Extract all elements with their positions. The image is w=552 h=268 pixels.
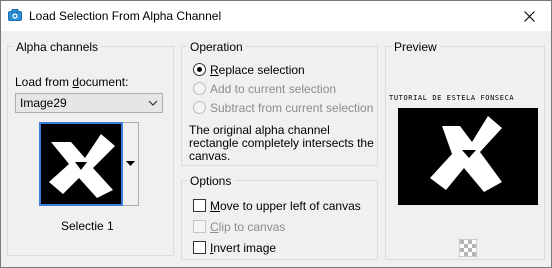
close-button[interactable] (507, 1, 551, 31)
window-title: Load Selection From Alpha Channel (29, 9, 222, 23)
camera-icon (8, 9, 22, 21)
operation-message-line-1: The original alpha channel (189, 123, 330, 137)
close-icon (523, 10, 535, 22)
channel-name: Selectie 1 (61, 219, 114, 233)
subtract-selection-radio[interactable] (193, 101, 206, 114)
chevron-down-icon (148, 100, 158, 106)
options-label: Options (187, 174, 235, 188)
document-select[interactable]: Image29 (15, 93, 163, 113)
alpha-channels-label: Alpha channels (13, 40, 102, 54)
move-upper-left-label[interactable]: Move to upper left of canvas (210, 199, 361, 213)
invert-image-label[interactable]: Invert image (210, 241, 276, 255)
load-from-document-label: Load from document: (15, 75, 129, 89)
document-select-value: Image29 (20, 96, 67, 110)
clip-to-canvas-checkbox[interactable] (193, 220, 206, 233)
move-upper-left-checkbox[interactable] (193, 199, 206, 212)
preview-shape (430, 116, 502, 192)
add-selection-label[interactable]: Add to current selection (210, 82, 336, 96)
replace-selection-label[interactable]: Replace selection (210, 63, 305, 77)
invert-image-checkbox[interactable] (193, 241, 206, 254)
channel-dropdown-button[interactable] (123, 122, 139, 206)
preview-image (398, 108, 538, 205)
checkerboard-icon[interactable] (459, 239, 477, 257)
replace-selection-radio[interactable] (193, 63, 206, 76)
operation-label: Operation (187, 40, 246, 54)
preview-label: Preview (391, 40, 440, 54)
subtract-selection-label[interactable]: Subtract from current selection (210, 101, 373, 115)
channel-thumbnail-shape (49, 134, 115, 198)
clip-to-canvas-label[interactable]: Clip to canvas (210, 220, 285, 234)
channel-thumbnail[interactable] (39, 122, 123, 206)
dialog-window: Load Selection From Alpha Channel Alpha … (0, 0, 552, 268)
operation-message-line-3: canvas. (189, 149, 231, 163)
operation-message-line-2: rectangle completely intersects the (189, 136, 374, 150)
add-selection-radio[interactable] (193, 82, 206, 95)
triangle-down-icon (126, 161, 135, 166)
preview-caption: TUTORIAL DE ESTELA FONSECA (389, 94, 515, 102)
title-bar: Load Selection From Alpha Channel (1, 1, 551, 31)
